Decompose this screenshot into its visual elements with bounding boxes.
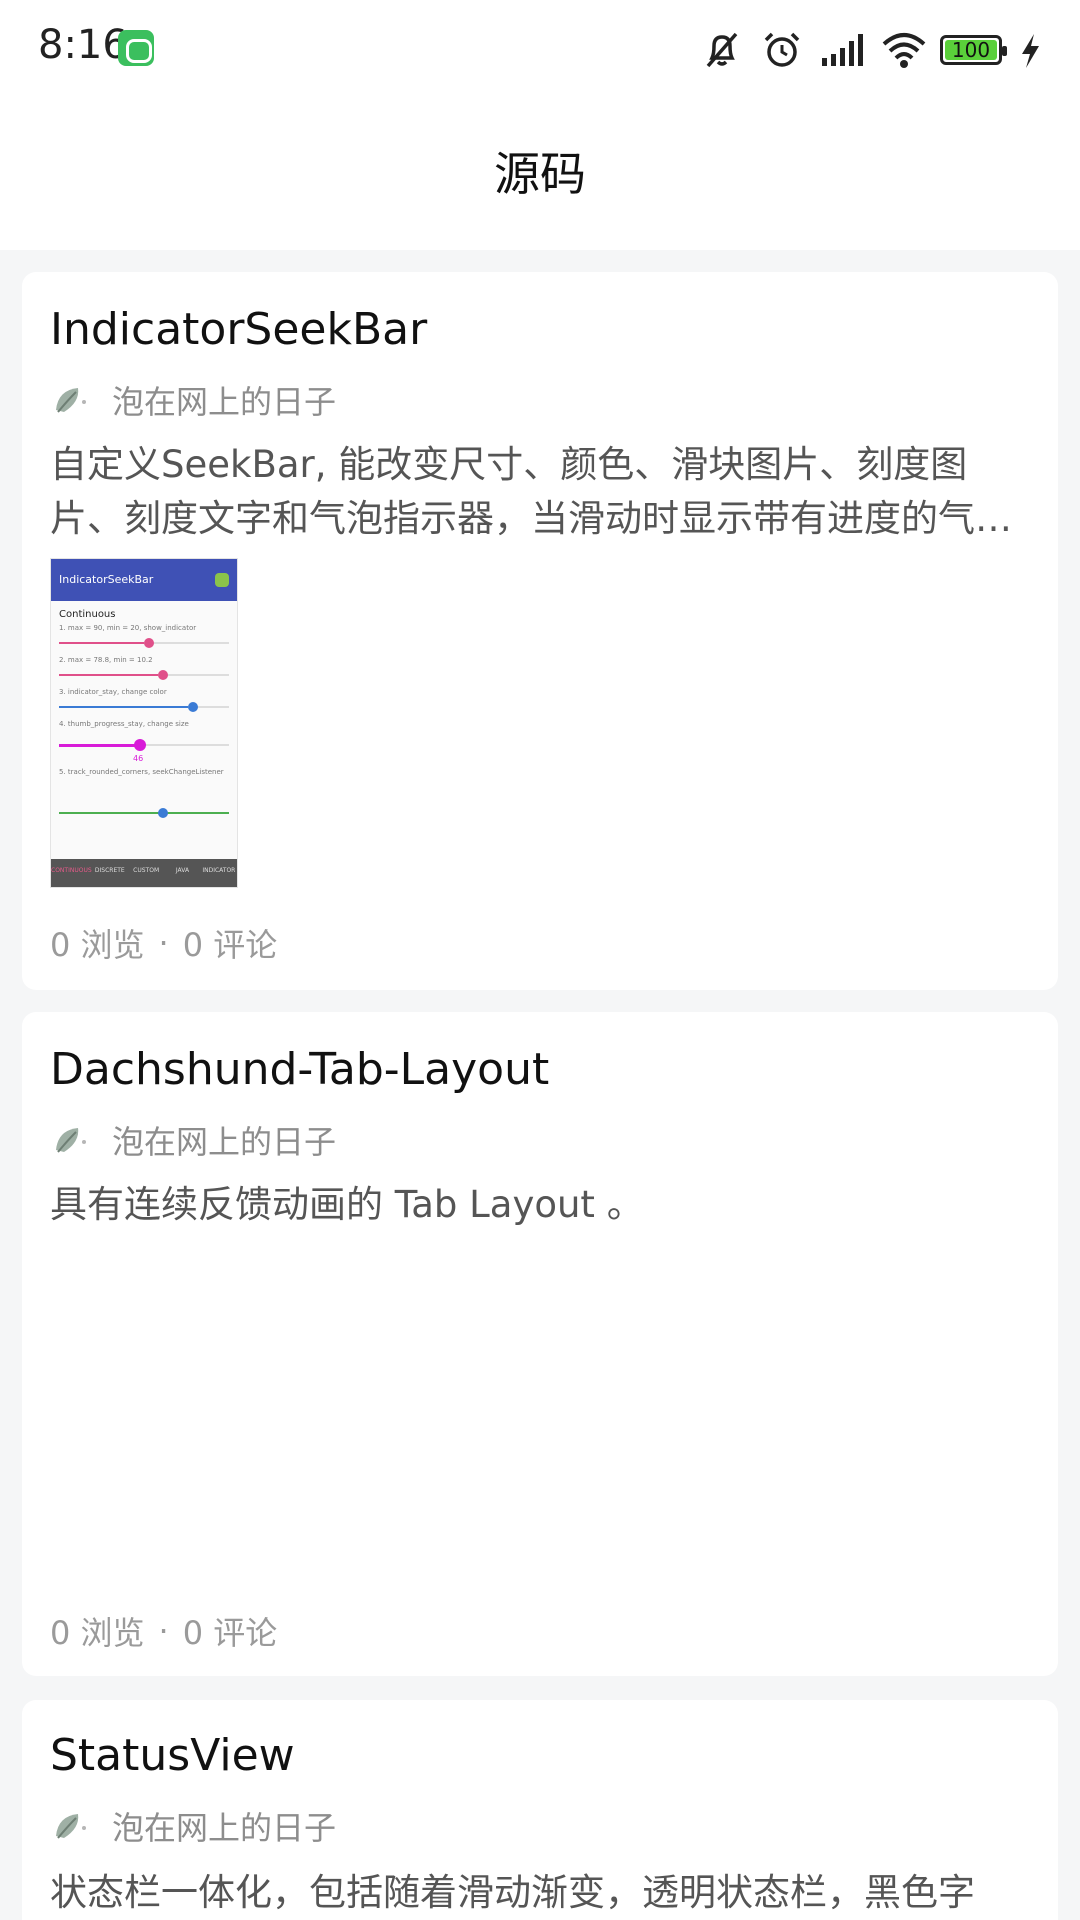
author-avatar xyxy=(50,380,90,420)
mute-bell-icon xyxy=(700,28,744,72)
page-title: 源码 xyxy=(494,147,586,201)
card-stats: 0 浏览 · 0 评论 xyxy=(50,1608,277,1654)
list-item[interactable]: IndicatorSeekBar 泡在网上的日子 自定义SeekBar, 能改变… xyxy=(22,272,1058,990)
status-icons: 100 xyxy=(700,28,1042,72)
charging-icon xyxy=(1018,28,1042,72)
status-bar: 8:16 100 xyxy=(0,0,1080,100)
author-name: 泡在网上的日子 xyxy=(112,1123,337,1161)
thumb-seek-row: 5. track_rounded_corners, seekChangeList… xyxy=(51,768,237,824)
thumb-value-label: 46 xyxy=(133,754,144,763)
thumb-tab-bar: CONTINUOUS DISCRETE CUSTOM JAVA INDICATO… xyxy=(51,859,237,887)
view-count: 0 浏览 xyxy=(50,1614,145,1652)
alarm-icon xyxy=(760,28,804,72)
signal-icon xyxy=(820,28,864,72)
thumbnail-image[interactable]: IndicatorSeekBar Continuous 1. max = 90,… xyxy=(50,558,238,888)
stats-separator: · xyxy=(158,924,169,962)
author-row: 泡在网上的日子 xyxy=(50,1801,336,1851)
thumb-row-label: 1. max = 90, min = 20, show_indicator xyxy=(59,624,197,632)
stats-separator: · xyxy=(158,1612,169,1650)
list-item[interactable]: StatusView 泡在网上的日子 状态栏一体化，包括随着滑动渐变，透明状态栏… xyxy=(22,1700,1058,1920)
thumb-section-title: Continuous xyxy=(59,609,116,620)
thumb-row-label: 4. thumb_progress_stay, change size xyxy=(59,720,189,728)
card-title: Dachshund-Tab-Layout xyxy=(50,1044,550,1095)
battery-level: 100 xyxy=(951,38,991,62)
thumb-seek-row: 1. max = 90, min = 20, show_indicator xyxy=(51,624,237,656)
author-name: 泡在网上的日子 xyxy=(112,383,337,421)
thumb-tab: DISCRETE xyxy=(94,867,125,874)
card-title: IndicatorSeekBar xyxy=(50,304,428,355)
comment-count: 0 评论 xyxy=(182,926,278,964)
author-row: 泡在网上的日子 xyxy=(50,375,336,425)
thumb-seek-row: 2. max = 78.8, min = 10.2 xyxy=(51,656,237,688)
thumb-tab: CONTINUOUS xyxy=(51,867,92,874)
author-name: 泡在网上的日子 xyxy=(112,1809,337,1847)
thumb-tab: CUSTOM xyxy=(133,867,160,874)
thumb-app-title: IndicatorSeekBar xyxy=(51,559,237,601)
card-description: 具有连续反馈动画的 Tab Layout 。 xyxy=(50,1183,644,1226)
card-title: StatusView xyxy=(50,1730,295,1781)
thumb-seek-row: 3. indicator_stay, change color xyxy=(51,688,237,720)
thumb-seek-row: 4. thumb_progress_stay, change size 46 xyxy=(51,720,237,768)
author-avatar xyxy=(50,1120,90,1160)
thumb-row-label: 5. track_rounded_corners, seekChangeList… xyxy=(59,768,224,776)
app-cat-icon xyxy=(118,30,154,66)
card-description: 状态栏一体化，包括随着滑动渐变，透明状态栏，黑色字 xyxy=(50,1871,975,1914)
thumb-row-label: 3. indicator_stay, change color xyxy=(59,688,167,696)
thumb-tab: JAVA xyxy=(175,867,190,874)
battery-icon: 100 xyxy=(940,35,1007,65)
wifi-icon xyxy=(880,28,926,72)
card-description: 自定义SeekBar, 能改变尺寸、颜色、滑块图片、刻度图片、刻度文字和气泡指示… xyxy=(50,443,1012,540)
thumb-tab: INDICATOR xyxy=(202,867,236,874)
comment-count: 0 评论 xyxy=(182,1614,278,1652)
status-time: 8:16 xyxy=(38,22,128,68)
view-count: 0 浏览 xyxy=(50,926,145,964)
author-row: 泡在网上的日子 xyxy=(50,1115,336,1165)
thumb-row-label: 2. max = 78.8, min = 10.2 xyxy=(59,656,153,664)
list-item[interactable]: Dachshund-Tab-Layout 泡在网上的日子 具有连续反馈动画的 T… xyxy=(22,1012,1058,1676)
author-avatar xyxy=(50,1806,90,1846)
app-bar: 源码 xyxy=(0,100,1080,250)
card-stats: 0 浏览 · 0 评论 xyxy=(50,920,277,966)
